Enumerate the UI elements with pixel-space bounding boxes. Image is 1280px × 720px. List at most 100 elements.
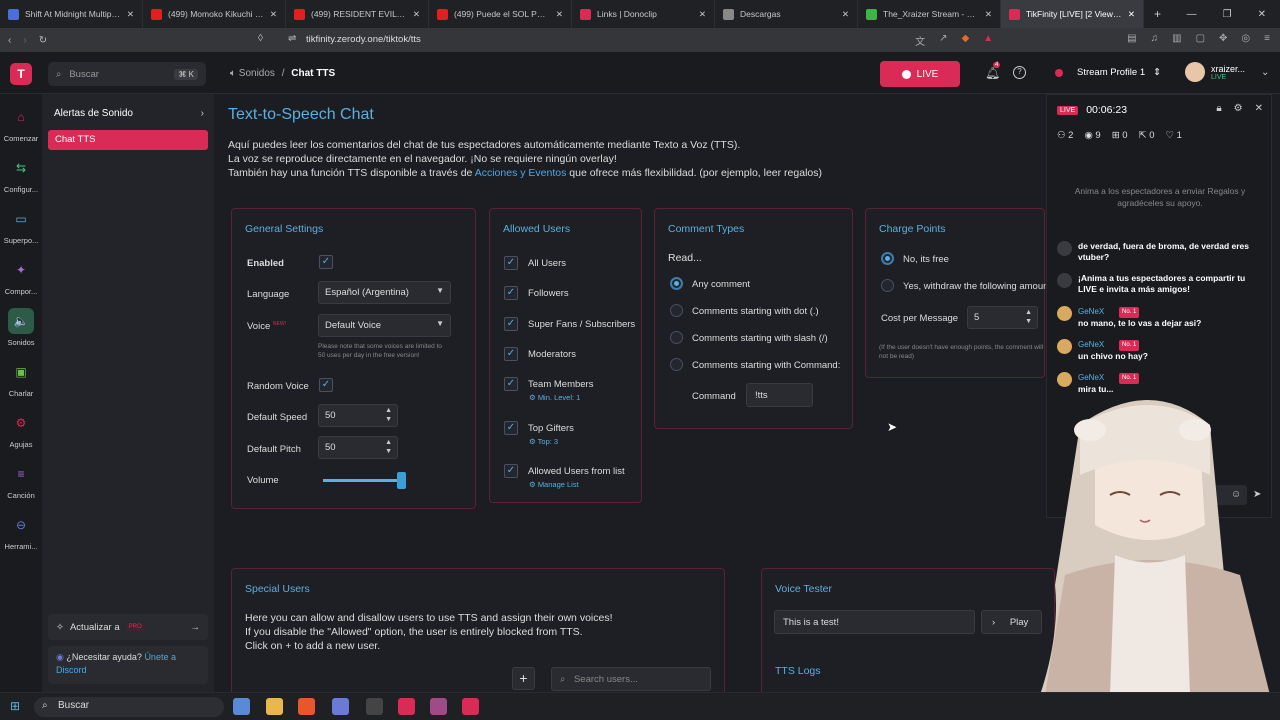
tikfinity-app-icon[interactable] [462, 698, 479, 715]
tab-close-icon[interactable]: ✕ [270, 9, 277, 20]
browser-tab[interactable]: (499) RESIDENT EVIL 9 REQUIE ✕ [286, 0, 429, 28]
live-button[interactable]: LIVE [880, 61, 960, 87]
rail-item-home[interactable]: ⌂ Comenzar [0, 104, 42, 143]
rail-item-gamepad[interactable]: ⊖ Herrami... [0, 512, 42, 551]
stepper-icon[interactable]: ▲ ▼ [1025, 308, 1032, 326]
tab-close-icon[interactable]: ✕ [413, 9, 420, 20]
play-button[interactable]: › Play [981, 610, 1042, 634]
pitch-input[interactable]: 50 ▲ ▼ [318, 436, 398, 459]
nav-item-sound-alerts[interactable]: Alertas de Sonido › [54, 108, 204, 119]
extensions-icon[interactable]: ✥ [1219, 33, 1227, 48]
allowed-option-setting[interactable]: ⚙ Min. Level: 1 [529, 393, 580, 402]
new-tab-icon[interactable]: + [1144, 0, 1171, 28]
rail-item-monitor[interactable]: ▭ Superpo... [0, 206, 42, 245]
cost-input[interactable]: 5 ▲ ▼ [967, 306, 1038, 329]
user-menu[interactable]: xraizer... LIVE ⌄ [1185, 62, 1269, 82]
charge-radio[interactable] [881, 279, 894, 292]
add-user-button[interactable]: + [512, 667, 535, 690]
nav-item-chat-tts[interactable]: Chat TTS [48, 130, 208, 150]
url-field[interactable]: tikfinity.zerody.one/tiktok/tts [306, 34, 421, 45]
allowed-checkbox[interactable]: ✓ [504, 286, 518, 300]
stepper-icon[interactable]: ▲ ▼ [385, 438, 392, 456]
upgrade-button[interactable]: ✧ Actualizar a PRO → [48, 614, 208, 640]
brave-shield-icon[interactable]: ◆ [962, 33, 970, 48]
language-select[interactable]: Español (Argentina) ▼ [318, 281, 451, 304]
allowed-checkbox[interactable]: ✓ [504, 464, 518, 478]
volume-slider-handle[interactable] [396, 472, 406, 489]
rail-item-magic[interactable]: ✦ Compor... [0, 257, 42, 296]
browser-tab[interactable]: The_Xraizer Stream - Watc ✕ [858, 0, 1001, 28]
search-input[interactable]: ⌕ Buscar ⌘ K [48, 62, 206, 86]
sidebar-icon[interactable]: ▤ [1127, 33, 1136, 48]
lock-icon[interactable]: 🔒︎ [1216, 103, 1221, 114]
obs-icon[interactable] [366, 698, 383, 715]
voice-select[interactable]: Default Voice ▼ [318, 314, 451, 337]
reload-icon[interactable]: ↻ [39, 35, 47, 46]
allowed-checkbox[interactable]: ✓ [504, 377, 518, 391]
browser-tab[interactable]: TikFinity [LIVE] [2 Viewers] ✕ [1001, 0, 1144, 28]
rail-item-gauge[interactable]: ⚙ Agujas [0, 410, 42, 449]
search-users-input[interactable]: ⌕ Search users... [551, 667, 711, 691]
tab-close-icon[interactable]: ✕ [699, 9, 706, 20]
allowed-checkbox[interactable]: ✓ [504, 347, 518, 361]
site-info-icon[interactable]: ⇌ [288, 33, 296, 44]
menu-icon[interactable]: ≡ [1264, 33, 1270, 48]
charge-radio[interactable] [881, 252, 894, 265]
comment-type-radio[interactable] [670, 277, 683, 290]
tikfinity-logo[interactable]: T [10, 63, 32, 85]
comment-type-radio[interactable] [670, 304, 683, 317]
translate-icon[interactable]: 文 [915, 33, 925, 48]
windows-start-icon[interactable]: ⊞ [10, 699, 20, 713]
volume-slider[interactable] [323, 472, 406, 489]
settings-icon[interactable]: ⚙ [1234, 103, 1243, 114]
chat-username[interactable]: GeNeX [1078, 339, 1104, 350]
stream-profile-selector[interactable]: Stream Profile 1 ⇕ [1055, 67, 1161, 78]
tiktok-live-icon[interactable] [398, 698, 415, 715]
allowed-checkbox[interactable]: ✓ [504, 256, 518, 270]
file-explorer-icon[interactable] [266, 698, 283, 715]
taskbar-search[interactable]: ⌕ Buscar [34, 697, 224, 717]
allowed-option-setting[interactable]: ⚙ Top: 3 [529, 437, 558, 446]
winrar-icon[interactable] [430, 698, 447, 715]
rail-item-sliders[interactable]: ⇆ Configur... [0, 155, 42, 194]
chat-username[interactable]: GeNeX [1078, 306, 1104, 317]
vpn-icon[interactable]: ◎ [1241, 33, 1250, 48]
wallet-icon[interactable]: ▢ [1196, 33, 1205, 48]
bell-icon[interactable]: 🔔︎ [985, 66, 1000, 80]
test-text-input[interactable]: This is a test! [774, 610, 975, 634]
restore-icon[interactable]: ❐ [1223, 9, 1232, 20]
actions-events-link[interactable]: Acciones y Eventos [475, 167, 567, 179]
browser-tab[interactable]: Descargas ✕ [715, 0, 858, 28]
enabled-checkbox[interactable]: ✓ [319, 255, 333, 269]
panel-icon[interactable]: ▥ [1172, 33, 1181, 48]
comment-type-radio[interactable] [670, 358, 683, 371]
help-icon[interactable]: ? [1013, 66, 1026, 79]
tab-close-icon[interactable]: ✕ [985, 9, 992, 20]
rail-item-speaker[interactable]: 🔈 Sonidos [0, 308, 42, 347]
comment-type-radio[interactable] [670, 331, 683, 344]
back-icon[interactable]: ‹ [8, 35, 11, 46]
brave-browser-icon[interactable] [298, 698, 315, 715]
command-input[interactable]: !tts [746, 383, 813, 407]
copilot-icon[interactable] [233, 698, 250, 715]
discord-app-icon[interactable] [332, 698, 349, 715]
close-icon[interactable]: ✕ [1255, 103, 1263, 114]
tab-close-icon[interactable]: ✕ [556, 9, 563, 20]
browser-tab[interactable]: (499) Momoko Kikuchi - Gl ✕ [143, 0, 286, 28]
stepper-icon[interactable]: ▲ ▼ [385, 406, 392, 424]
rewards-icon[interactable]: ▲ [983, 33, 993, 48]
browser-tab[interactable]: Shift At Midnight Multiplayer D ✕ [0, 0, 143, 28]
minimize-icon[interactable]: — [1187, 9, 1197, 20]
allowed-checkbox[interactable]: ✓ [504, 421, 518, 435]
rail-item-chat[interactable]: ▣ Charlar [0, 359, 42, 398]
tab-close-icon[interactable]: ✕ [127, 9, 134, 20]
music-icon[interactable]: ♫ [1151, 33, 1159, 48]
random-voice-checkbox[interactable]: ✓ [319, 378, 333, 392]
allowed-checkbox[interactable]: ✓ [504, 317, 518, 331]
bookmark-icon[interactable]: ◊ [258, 33, 263, 44]
close-window-icon[interactable]: ✕ [1258, 9, 1266, 20]
forward-icon[interactable]: › [23, 35, 26, 46]
share-icon[interactable]: ↗ [939, 33, 947, 48]
tab-close-icon[interactable]: ✕ [842, 9, 849, 20]
breadcrumb-parent[interactable]: Sonidos [239, 68, 275, 79]
